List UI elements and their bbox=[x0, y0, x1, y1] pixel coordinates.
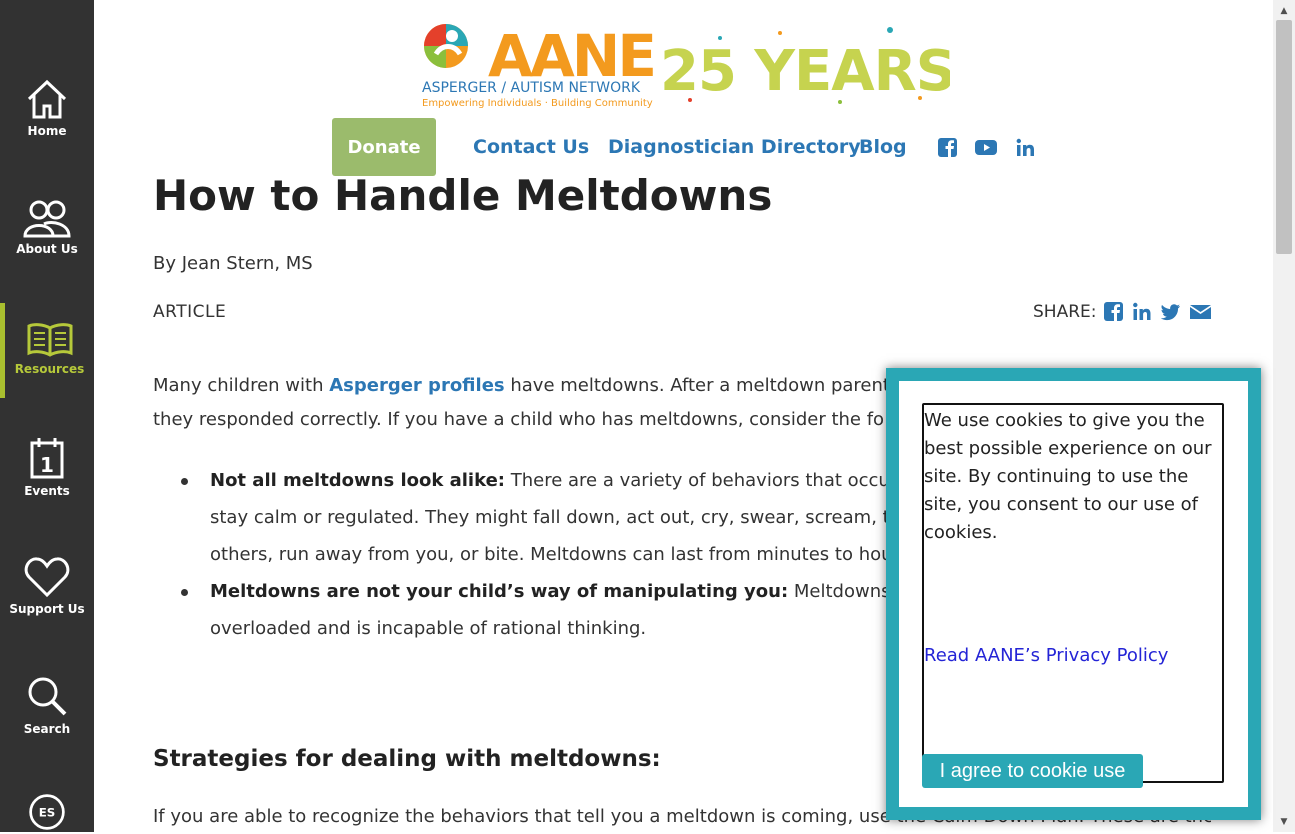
sidebar-item-label: Events bbox=[24, 484, 70, 498]
accept-cookies-button[interactable]: I agree to cookie use bbox=[922, 754, 1143, 788]
donate-button[interactable]: Donate bbox=[332, 118, 436, 176]
language-icon: ES bbox=[29, 794, 65, 830]
intro-text: have meltdowns. After a meltdown parents bbox=[504, 375, 900, 396]
twitter-icon[interactable] bbox=[1161, 302, 1181, 321]
linkedin-icon bbox=[1016, 138, 1034, 156]
strategies-heading: Strategies for dealing with meltdowns: bbox=[153, 746, 661, 772]
intro-text: Many children with bbox=[153, 375, 330, 396]
cookie-popup-body: We use cookies to give you the best poss… bbox=[899, 381, 1248, 807]
facebook-icon[interactable] bbox=[1104, 302, 1123, 321]
sidebar-item-about-us[interactable]: About Us bbox=[0, 198, 94, 294]
bullet-lead: Not all meltdowns look alike: bbox=[210, 470, 505, 491]
nav-diagnostician-directory[interactable]: Diagnostician Directory bbox=[608, 136, 861, 158]
header-linkedin-link[interactable] bbox=[1016, 138, 1035, 161]
header-facebook-link[interactable] bbox=[938, 138, 957, 161]
bullet-text: There are a variety of behaviors that oc… bbox=[505, 470, 918, 491]
privacy-policy-link[interactable]: Read AANE’s Privacy Policy bbox=[924, 645, 1168, 666]
cookie-consent-popup: We use cookies to give you the best poss… bbox=[886, 368, 1261, 820]
bullet-dot bbox=[181, 478, 188, 485]
sidebar-item-support-us[interactable]: Support Us bbox=[0, 556, 94, 652]
calendar-icon: 1 bbox=[30, 438, 64, 479]
people-icon bbox=[23, 200, 71, 238]
svg-text:1: 1 bbox=[40, 453, 54, 477]
youtube-icon bbox=[975, 140, 997, 155]
sidebar-item-events[interactable]: 1 Events bbox=[0, 436, 94, 532]
email-icon[interactable] bbox=[1190, 302, 1211, 321]
svg-text:ES: ES bbox=[39, 806, 56, 820]
sidebar-item-label: About Us bbox=[16, 242, 78, 256]
home-icon bbox=[27, 79, 67, 119]
bullet-dot bbox=[181, 589, 188, 596]
sidebar-item-label: Resources bbox=[14, 362, 85, 376]
bullet-text: others, run away from you, or bite. Melt… bbox=[210, 544, 893, 565]
vertical-scrollbar[interactable]: ▲ ▼ bbox=[1273, 0, 1295, 832]
asperger-profiles-link[interactable]: Asperger profiles bbox=[329, 375, 504, 396]
article-type-label: ARTICLE bbox=[153, 302, 227, 322]
header-youtube-link[interactable] bbox=[975, 138, 997, 161]
sidebar-item-label: Support Us bbox=[9, 602, 85, 616]
bullet-lead: Meltdowns are not your child’s way of ma… bbox=[210, 581, 789, 602]
scrollbar-thumb[interactable] bbox=[1276, 20, 1292, 254]
sidebar-item-es[interactable]: ES bbox=[0, 792, 94, 832]
svg-text:Empowering Individuals · Build: Empowering Individuals · Building Commun… bbox=[422, 98, 653, 109]
bullet-text: overloaded and is incapable of rational … bbox=[210, 618, 647, 639]
book-icon bbox=[27, 323, 72, 357]
cookie-message-box: We use cookies to give you the best poss… bbox=[922, 403, 1224, 783]
share-label: SHARE: bbox=[1033, 302, 1097, 322]
share-icons bbox=[1104, 302, 1211, 321]
nav-blog[interactable]: Blog bbox=[859, 136, 907, 158]
page-title: How to Handle Meltdowns bbox=[153, 176, 773, 220]
scroll-down-arrow-icon[interactable]: ▼ bbox=[1273, 813, 1295, 830]
sidebar-item-label: Search bbox=[23, 722, 71, 736]
intro-text: they responded correctly. If you have a … bbox=[153, 409, 885, 430]
svg-text:ASPERGER / AUTISM NETWORK: ASPERGER / AUTISM NETWORK bbox=[422, 80, 641, 96]
sidebar-item-label: Home bbox=[27, 124, 67, 138]
aane-logo-icon: AANE ASPERGER / AUTISM NETWORK Empowerin… bbox=[422, 22, 956, 109]
linkedin-icon[interactable] bbox=[1132, 302, 1152, 321]
cookie-message: We use cookies to give you the best poss… bbox=[924, 410, 1212, 543]
sidebar-item-home[interactable]: Home bbox=[0, 78, 94, 174]
byline: By Jean Stern, MS bbox=[153, 253, 313, 274]
nav-contact-us[interactable]: Contact Us bbox=[473, 136, 589, 158]
bullet-text: stay calm or regulated. They might fall … bbox=[210, 507, 902, 528]
left-sidebar: Home About Us Resources 1 Events Support… bbox=[0, 0, 94, 832]
svg-text:25 YEARS: 25 YEARS bbox=[660, 39, 950, 104]
scroll-up-arrow-icon[interactable]: ▲ bbox=[1273, 2, 1295, 19]
facebook-icon bbox=[938, 138, 957, 157]
sidebar-item-resources[interactable]: Resources bbox=[0, 303, 94, 398]
sidebar-item-search[interactable]: Search bbox=[0, 674, 94, 770]
heart-icon bbox=[24, 557, 70, 598]
search-icon bbox=[28, 677, 67, 716]
site-logo[interactable]: AANE ASPERGER / AUTISM NETWORK Empowerin… bbox=[420, 18, 956, 112]
